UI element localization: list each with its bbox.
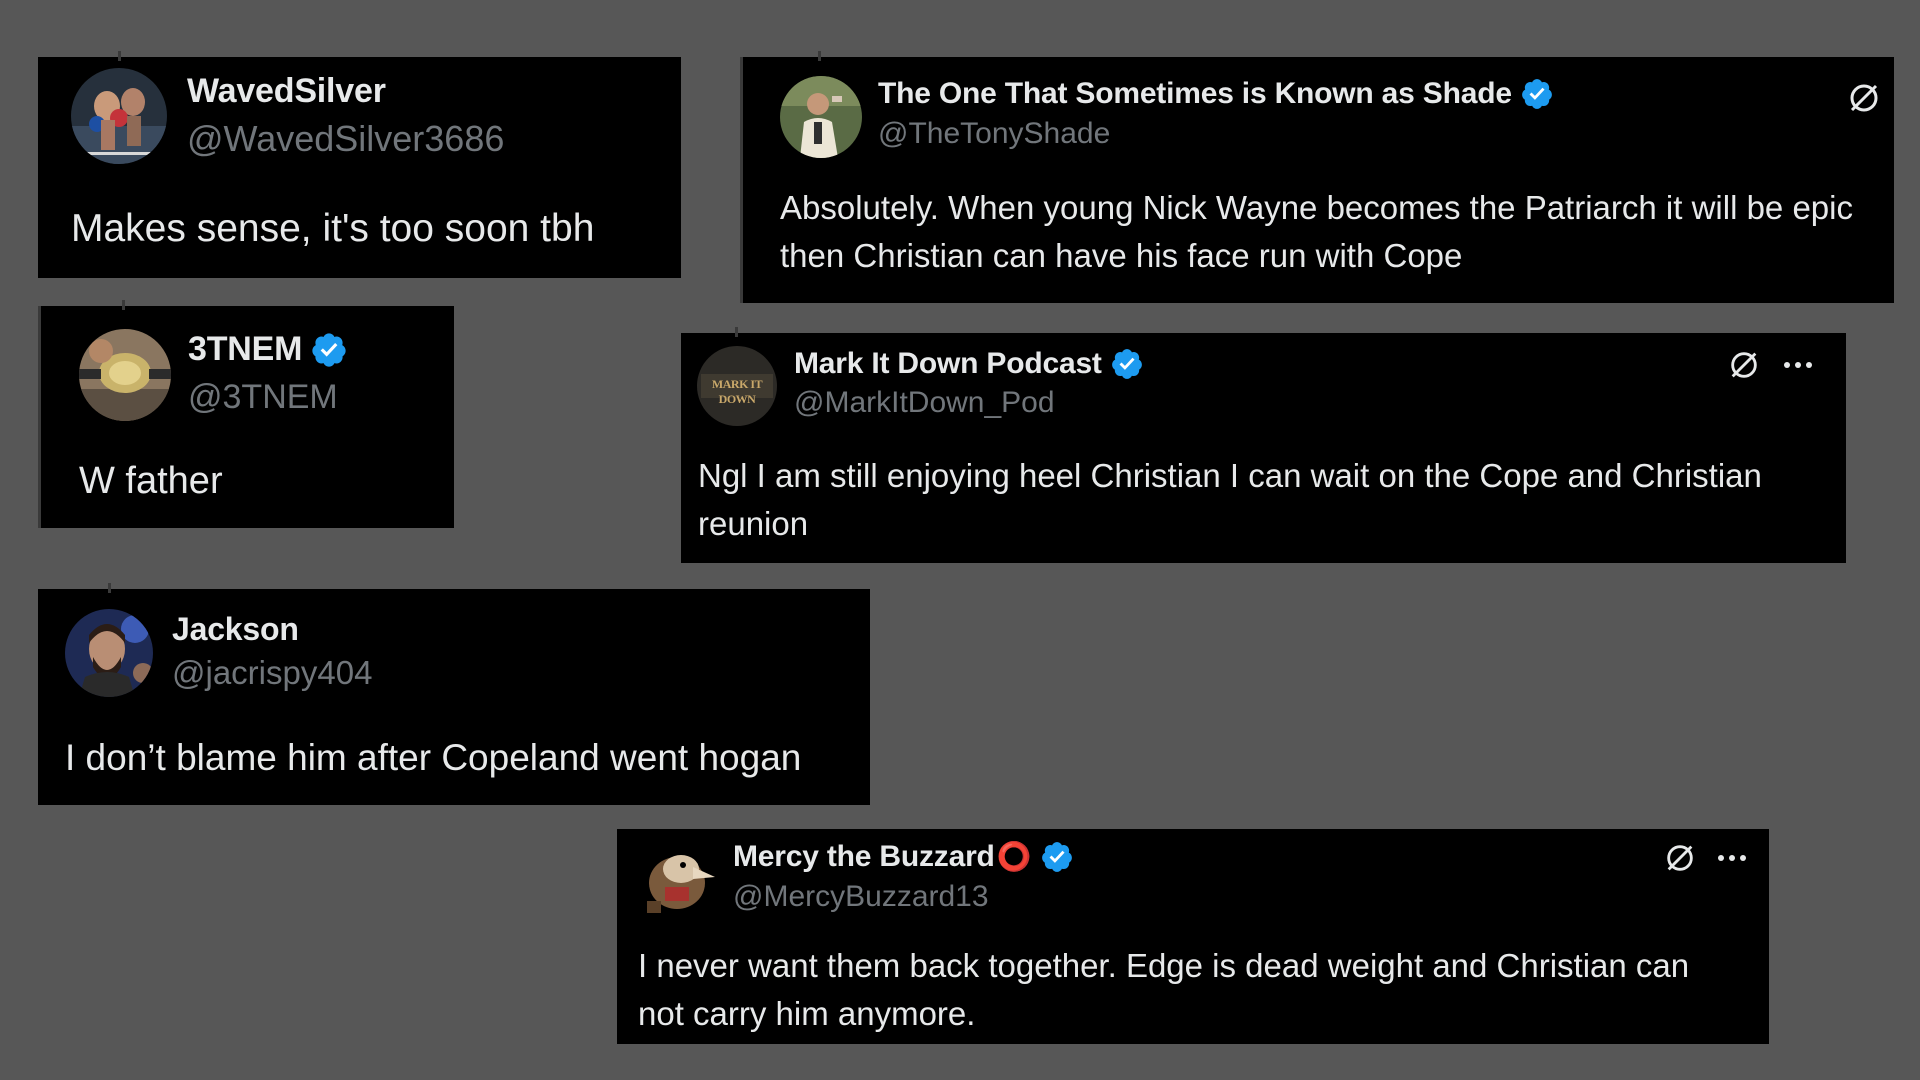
user-handle[interactable]: @WavedSilver3686: [187, 118, 504, 160]
red-circle-badge: ⭕: [996, 841, 1032, 872]
boxing-match-avatar-icon: [71, 68, 167, 164]
avatar[interactable]: MARK IT DOWN: [697, 346, 777, 426]
tweet-text: W father: [79, 460, 223, 502]
avatar[interactable]: [65, 609, 153, 697]
podcast-logo-text: MARK IT DOWN: [711, 377, 763, 406]
tweet-text: Absolutely. When young Nick Wayne become…: [780, 189, 1853, 274]
avatar[interactable]: [780, 76, 862, 158]
championship-belt-avatar-icon: [79, 329, 171, 421]
display-name[interactable]: Mark It Down Podcast: [794, 347, 1102, 381]
tweet-text: I never want them back together. Edge is…: [638, 947, 1690, 1032]
person-white-suit-avatar-icon: [780, 76, 862, 158]
user-handle[interactable]: @jacrispy404: [172, 654, 372, 692]
more-icon[interactable]: [1782, 353, 1814, 382]
avatar[interactable]: [637, 839, 717, 919]
grok-icon[interactable]: [1663, 841, 1697, 880]
user-handle[interactable]: @TheTonyShade: [878, 117, 1110, 151]
display-name[interactable]: The One That Sometimes is Known as Shade: [878, 77, 1512, 111]
name-row: The One That Sometimes is Known as Shade: [878, 77, 1554, 111]
name-row: Jackson: [172, 611, 299, 648]
tweet-card-wavedsilver[interactable]: WavedSilver @WavedSilver3686 Makes sense…: [38, 51, 681, 278]
avatar[interactable]: [79, 329, 171, 421]
tweet-card-tonyshade[interactable]: The One That Sometimes is Known as Shade…: [740, 51, 1894, 303]
thread-line: [740, 57, 743, 303]
thread-line: [38, 306, 41, 528]
avatar[interactable]: [71, 68, 167, 164]
name-row: 3TNEM: [188, 330, 348, 369]
grok-icon[interactable]: [1846, 80, 1882, 121]
verified-badge-icon: [1521, 79, 1552, 109]
display-name[interactable]: WavedSilver: [187, 72, 386, 111]
display-name[interactable]: Mercy the Buzzard: [733, 840, 995, 874]
thread-line: [735, 327, 738, 337]
grok-icon[interactable]: [1727, 348, 1761, 387]
thread-line-top: [122, 300, 125, 310]
display-name[interactable]: Jackson: [172, 611, 299, 648]
verified-badge-icon: [1111, 349, 1142, 379]
buzzard-avatar-icon: [637, 839, 717, 919]
thread-line: [118, 51, 121, 61]
tweet-card-jackson[interactable]: Jackson @jacrispy404 I don’t blame him a…: [38, 583, 870, 805]
tweet-text: Makes sense, it's too soon tbh: [71, 207, 595, 250]
tweet-card-markitdown[interactable]: MARK IT DOWN Mark It Down Podcast @MarkI…: [681, 327, 1846, 563]
tweet-text: Ngl I am still enjoying heel Christian I…: [698, 457, 1762, 542]
user-handle[interactable]: @MercyBuzzard13: [733, 880, 989, 914]
tweet-card-3tnem[interactable]: 3TNEM @3TNEM W father: [38, 300, 454, 528]
more-icon[interactable]: [1716, 846, 1748, 875]
name-row: WavedSilver: [187, 72, 386, 111]
thread-line: [108, 583, 111, 593]
name-row: Mark It Down Podcast: [794, 347, 1144, 381]
display-name[interactable]: 3TNEM: [188, 330, 302, 369]
bearded-man-avatar-icon: [65, 609, 153, 697]
user-handle[interactable]: @MarkItDown_Pod: [794, 386, 1055, 420]
user-handle[interactable]: @3TNEM: [188, 378, 338, 417]
name-row: Mercy the Buzzard ⭕: [733, 840, 1074, 874]
tweet-card-mercy[interactable]: Mercy the Buzzard ⭕ @MercyBuzzard13 I ne…: [617, 829, 1769, 1044]
verified-badge-icon: [1041, 842, 1072, 872]
verified-badge-icon: [312, 332, 346, 367]
tweet-text: I don’t blame him after Copeland went ho…: [65, 737, 802, 778]
thread-line-top: [818, 51, 821, 61]
